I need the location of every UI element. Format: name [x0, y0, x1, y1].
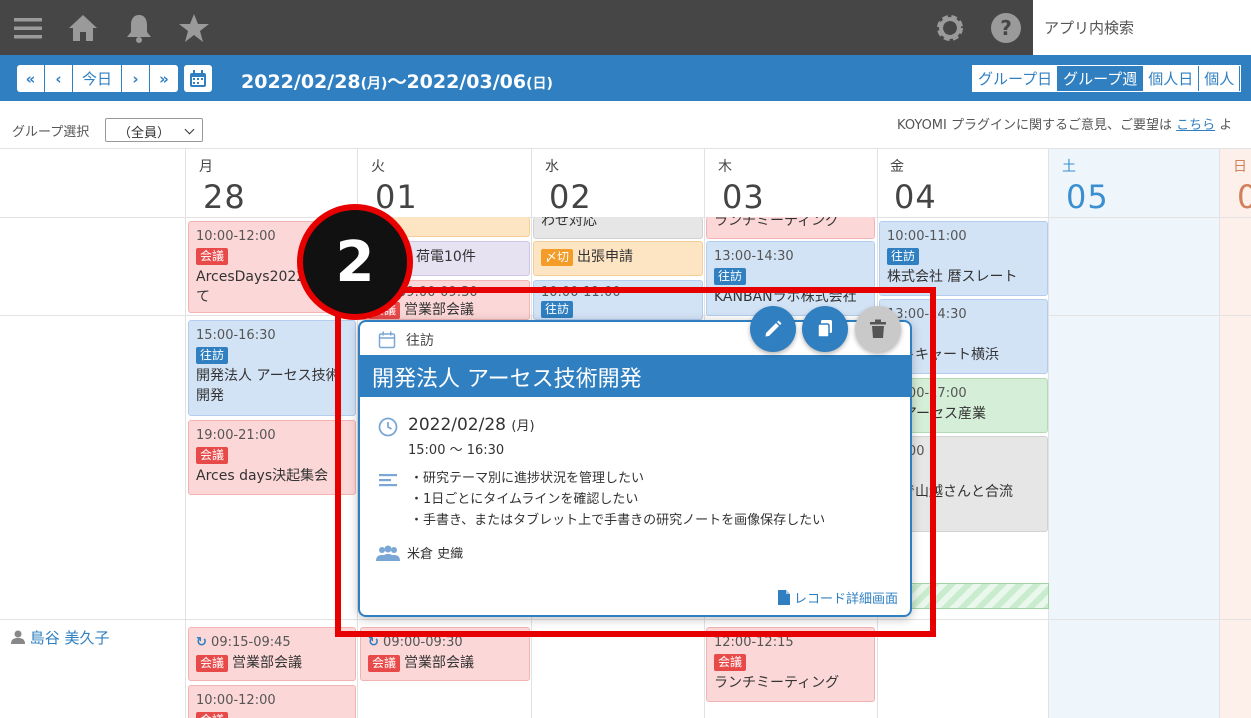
svg-text:?: ? — [1000, 16, 1012, 40]
event-card[interactable]: 〆切 出張申請 — [533, 241, 703, 276]
day-header-sat: 土 05 — [1062, 159, 1109, 216]
day-header-sun: 日0 — [1233, 159, 1251, 216]
event-card[interactable]: 19:00-21:00 会議 Arces days決起集会 — [188, 420, 356, 495]
today-button[interactable]: 今日 — [73, 65, 123, 92]
tab-group-week[interactable]: グループ週 — [1058, 66, 1144, 91]
person-icon — [11, 630, 25, 644]
event-card[interactable]: ランチミーティング — [706, 217, 875, 239]
calendar-icon — [190, 69, 206, 87]
event-card[interactable]: ↻ 09:15-09:45 会議 営業部会議 — [188, 627, 356, 681]
prev-day-button[interactable]: ‹ — [45, 65, 73, 92]
highlight-box — [335, 287, 936, 637]
view-tabs: グループ日 グループ週 個人日 個人 — [972, 65, 1242, 92]
repeat-icon: ↻ — [368, 635, 379, 650]
event-card[interactable]: 10:00-11:00 往訪 株式会社 暦スレート — [879, 221, 1048, 296]
group-select[interactable]: （全員） — [105, 118, 203, 142]
day-header-thu: 木 03 — [718, 159, 765, 216]
day-header-tue: 火 01 — [371, 159, 418, 216]
gear-icon[interactable] — [934, 12, 966, 44]
step-number-badge: 2 — [297, 204, 413, 320]
day-header-wed: 水 02 — [545, 159, 592, 216]
help-icon[interactable]: ? — [990, 12, 1022, 44]
event-card[interactable]: 10:00-12:00 会議 — [188, 685, 356, 718]
repeat-icon: ↻ — [196, 635, 207, 650]
star-icon[interactable] — [178, 12, 210, 44]
feedback-text: KOYOMI プラグインに関するご意見、ご要望は こちら よ — [897, 118, 1233, 133]
date-range: 2022/02/28(月)～2022/03/06(日) — [241, 71, 553, 93]
day-header-fri: 金 04 — [890, 159, 937, 216]
prev-week-button[interactable]: « — [17, 65, 45, 92]
tab-personal-day[interactable]: 個人日 — [1143, 66, 1200, 91]
day-header-mon: 月 28 — [199, 159, 246, 216]
event-card[interactable]: 12:00-12:15 会議 ランチミーティング — [706, 627, 875, 702]
top-bar: ? アプリ内検索 — [0, 0, 1251, 55]
search-input[interactable]: アプリ内検索 — [1033, 0, 1251, 55]
next-week-button[interactable]: » — [150, 65, 178, 92]
event-card[interactable]: わせ対応 — [533, 217, 703, 239]
home-icon[interactable] — [67, 12, 99, 44]
nav-bar: « ‹ 今日 › » 2022/02/28(月)～2022/03/06(日) グ… — [0, 55, 1251, 101]
bell-icon[interactable] — [123, 12, 155, 44]
group-select-label: グループ選択 — [12, 125, 90, 140]
sunday-column — [1220, 149, 1251, 718]
menu-icon[interactable] — [12, 12, 44, 44]
saturday-column — [1049, 149, 1219, 718]
tab-personal[interactable]: 個人 — [1199, 66, 1241, 91]
event-card[interactable]: 15:00-16:30 往訪 開発法人 アーセス技術 開発 — [188, 320, 356, 416]
user-row-label[interactable]: 島谷 美久子 — [11, 627, 110, 648]
calendar-picker-button[interactable] — [184, 65, 212, 92]
feedback-link[interactable]: こちら — [1176, 118, 1215, 133]
date-nav-group: « ‹ 今日 › » — [17, 65, 179, 92]
tab-group-day[interactable]: グループ日 — [973, 66, 1059, 91]
next-day-button[interactable]: › — [122, 65, 151, 92]
